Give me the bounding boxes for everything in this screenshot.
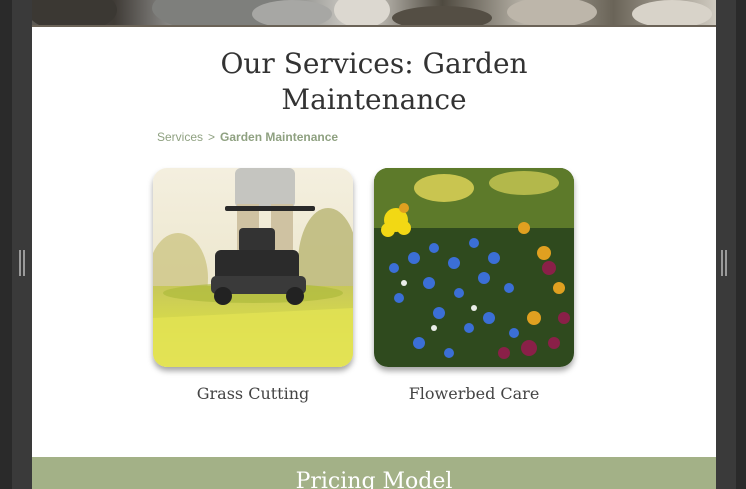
- page-title-line-2: Maintenance: [281, 83, 467, 116]
- pricing-section: Pricing Model: [32, 457, 716, 489]
- left-panel-edge: [0, 0, 12, 489]
- right-panel: [716, 0, 746, 489]
- breadcrumb-link-services[interactable]: Services: [157, 130, 203, 144]
- breadcrumb-current: Garden Maintenance: [220, 130, 339, 144]
- hero-image: [32, 0, 716, 27]
- right-panel-edge: [736, 0, 746, 489]
- service-label-grass-cutting[interactable]: Grass Cutting: [153, 384, 353, 403]
- flowerbed-care-image[interactable]: [374, 168, 574, 367]
- service-card-flowerbed-care[interactable]: Flowerbed Care: [374, 168, 574, 403]
- service-label-flowerbed-care[interactable]: Flowerbed Care: [374, 384, 574, 403]
- breadcrumb: Services > Garden Maintenance: [157, 130, 338, 144]
- left-resize-handle[interactable]: [19, 250, 25, 276]
- left-panel: [0, 0, 32, 489]
- pricing-title: Pricing Model: [295, 469, 453, 489]
- page-title: Our Services: Garden Maintenance: [32, 46, 716, 118]
- page-content: Our Services: Garden Maintenance Service…: [32, 0, 716, 489]
- page-title-line-1: Our Services: Garden: [220, 47, 528, 80]
- breadcrumb-separator: >: [208, 130, 216, 144]
- service-card-grass-cutting[interactable]: Grass Cutting: [153, 168, 353, 403]
- grass-cutting-image[interactable]: [153, 168, 353, 367]
- right-resize-handle[interactable]: [721, 250, 727, 276]
